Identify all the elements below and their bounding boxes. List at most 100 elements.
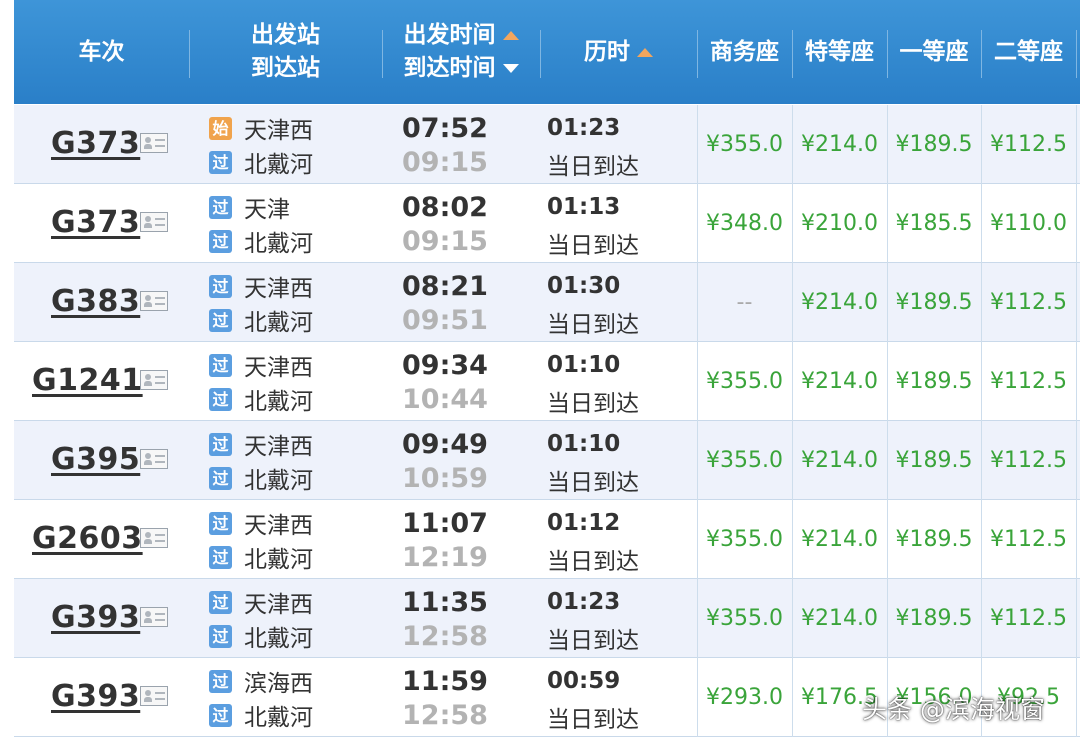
price-premium[interactable]: ¥214.0 xyxy=(792,603,887,635)
train-info-card-icon[interactable] xyxy=(140,291,168,311)
train-number-link[interactable]: G395 xyxy=(51,439,140,479)
station-type-badge: 过 xyxy=(209,195,232,219)
arrival-station: 过北戴河 xyxy=(209,226,313,257)
col-premium-label: 特等座 xyxy=(805,38,874,65)
price-first[interactable]: ¥189.5 xyxy=(887,366,981,398)
price-second[interactable]: ¥110.0 xyxy=(981,208,1076,240)
price-second[interactable]: ¥112.5 xyxy=(981,129,1076,161)
train-number-link[interactable]: G373 xyxy=(51,202,140,242)
duration: 01:23 xyxy=(547,589,621,615)
col-train-no: 车次 xyxy=(14,0,189,104)
sort-dep-time[interactable]: 出发时间 xyxy=(404,19,519,52)
col-dep-time-label: 出发时间 xyxy=(403,22,496,48)
departure-station: 过天津西 xyxy=(209,271,313,302)
price-premium[interactable]: ¥210.0 xyxy=(792,208,887,240)
train-number-link[interactable]: G1241 xyxy=(32,360,143,400)
arrival-time: 12:58 xyxy=(402,700,488,731)
price-first[interactable]: ¥189.5 xyxy=(887,129,981,161)
price-second[interactable]: ¥112.5 xyxy=(981,603,1076,635)
departure-time: 11:59 xyxy=(402,666,488,697)
table-row: G373 始天津西过北戴河 07:52 09:15 01:23 当日到达 ¥355.0 ¥21… xyxy=(14,105,1080,184)
price-first[interactable]: ¥189.5 xyxy=(887,445,981,477)
price-premium[interactable]: ¥214.0 xyxy=(792,287,887,319)
station-type-badge: 过 xyxy=(209,308,232,332)
price-first[interactable]: ¥189.5 xyxy=(887,287,981,319)
table-row: G1241 过天津西过北戴河 09:34 10:44 01:10 当日到达 ¥355.0 ¥2… xyxy=(14,342,1080,421)
train-info-card-icon[interactable] xyxy=(140,449,168,469)
table-header: 车次 出发站 到达站 出发时间 到达时间 历时 商务座 特等座 一等座 二等座 xyxy=(14,0,1080,104)
station-type-badge: 过 xyxy=(209,432,232,456)
price-second[interactable]: ¥112.5 xyxy=(981,287,1076,319)
departure-station-name: 天津西 xyxy=(244,434,313,460)
arrival-station-name: 北戴河 xyxy=(244,152,313,178)
train-info-card-icon[interactable] xyxy=(140,607,168,627)
departure-time: 08:21 xyxy=(402,271,488,302)
arrival-time: 12:19 xyxy=(402,542,488,573)
col-duration: 历时 xyxy=(540,0,697,104)
station-type-badge: 过 xyxy=(209,545,232,569)
train-info-card-icon[interactable] xyxy=(140,133,168,153)
price-second[interactable]: ¥112.5 xyxy=(981,445,1076,477)
arrival-station-name: 北戴河 xyxy=(244,310,313,336)
price-premium[interactable]: ¥214.0 xyxy=(792,366,887,398)
train-info-card-icon[interactable] xyxy=(140,528,168,548)
price-first[interactable]: ¥189.5 xyxy=(887,603,981,635)
col-second: 二等座 xyxy=(981,0,1076,104)
price-first[interactable]: ¥189.5 xyxy=(887,524,981,556)
departure-time: 11:07 xyxy=(402,508,488,539)
train-number-link[interactable]: G373 xyxy=(51,123,140,163)
arrival-station-name: 北戴河 xyxy=(244,231,313,257)
table-row: G383 过天津西过北戴河 08:21 09:51 01:30 当日到达 -- ¥214.0 ¥… xyxy=(14,263,1080,342)
train-schedule-table: 车次 出发站 到达站 出发时间 到达时间 历时 商务座 特等座 一等座 二等座 xyxy=(14,0,1080,743)
arrival-time: 09:15 xyxy=(402,147,488,178)
arrival-station-name: 北戴河 xyxy=(244,626,313,652)
col-arr-time-label: 到达时间 xyxy=(403,55,496,81)
col-second-label: 二等座 xyxy=(994,38,1063,65)
train-info-card-icon[interactable] xyxy=(140,370,168,390)
station-type-badge: 过 xyxy=(209,669,232,693)
departure-station-name: 天津西 xyxy=(244,513,313,539)
sort-duration[interactable]: 历时 xyxy=(584,36,653,69)
station-type-badge: 过 xyxy=(209,590,232,614)
price-business[interactable]: ¥355.0 xyxy=(697,129,792,161)
price-premium[interactable]: ¥214.0 xyxy=(792,445,887,477)
price-business[interactable]: -- xyxy=(697,287,792,319)
price-premium[interactable]: ¥214.0 xyxy=(792,129,887,161)
arrival-time: 09:15 xyxy=(402,226,488,257)
duration: 00:59 xyxy=(547,668,621,694)
arrival-station-name: 北戴河 xyxy=(244,389,313,415)
train-number-link[interactable]: G393 xyxy=(51,597,140,637)
station-type-badge: 过 xyxy=(209,150,232,174)
arrival-station: 过北戴河 xyxy=(209,147,313,178)
departure-station: 过天津西 xyxy=(209,429,313,460)
col-stations: 出发站 到达站 xyxy=(189,0,382,104)
departure-station: 过天津西 xyxy=(209,350,313,381)
price-business[interactable]: ¥348.0 xyxy=(697,208,792,240)
arrival-day: 当日到达 xyxy=(547,549,639,575)
train-number-link[interactable]: G2603 xyxy=(32,518,143,558)
train-number-link[interactable]: G383 xyxy=(51,281,140,321)
price-business[interactable]: ¥355.0 xyxy=(697,366,792,398)
price-first[interactable]: ¥185.5 xyxy=(887,208,981,240)
price-business[interactable]: ¥355.0 xyxy=(697,524,792,556)
price-business[interactable]: ¥355.0 xyxy=(697,445,792,477)
table-row: G373 过天津过北戴河 08:02 09:15 01:13 当日到达 ¥348.0 ¥210… xyxy=(14,184,1080,263)
station-type-badge: 过 xyxy=(209,703,232,727)
train-info-card-icon[interactable] xyxy=(140,212,168,232)
arrival-day: 当日到达 xyxy=(547,154,639,180)
train-info-card-icon[interactable] xyxy=(140,686,168,706)
price-business[interactable]: ¥355.0 xyxy=(697,603,792,635)
price-second[interactable]: ¥112.5 xyxy=(981,366,1076,398)
duration: 01:23 xyxy=(547,115,621,141)
col-times: 出发时间 到达时间 xyxy=(382,0,540,104)
sort-desc-icon xyxy=(502,64,519,73)
price-business[interactable]: ¥293.0 xyxy=(697,682,792,714)
sort-arr-time[interactable]: 到达时间 xyxy=(404,52,519,85)
col-business-label: 商务座 xyxy=(710,38,779,65)
arrival-station: 过北戴河 xyxy=(209,384,313,415)
col-train-no-label: 车次 xyxy=(78,38,125,65)
price-second[interactable]: ¥112.5 xyxy=(981,524,1076,556)
price-premium[interactable]: ¥214.0 xyxy=(792,524,887,556)
train-number-link[interactable]: G393 xyxy=(51,676,140,716)
arrival-time: 09:51 xyxy=(402,305,488,336)
